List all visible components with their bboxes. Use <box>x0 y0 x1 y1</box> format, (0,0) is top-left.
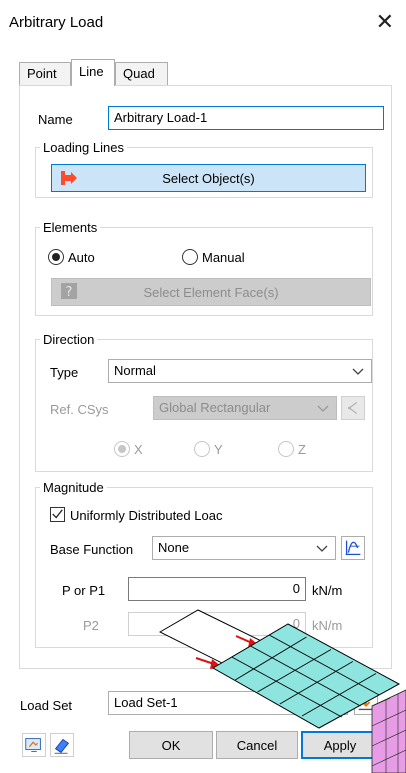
select-element-face-label: Select Element Face(s) <box>143 284 279 300</box>
p2-label: P2 <box>83 618 99 633</box>
name-label: Name <box>38 112 73 127</box>
tab-quad[interactable]: Quad <box>115 62 168 85</box>
name-input[interactable]: Arbitrary Load-1 <box>108 106 384 130</box>
p1-input[interactable]: 0 <box>128 577 306 601</box>
preview-button[interactable] <box>22 733 46 757</box>
axis-y-radio[interactable] <box>194 441 210 457</box>
select-objects-button[interactable]: Select Object(s) <box>51 164 366 192</box>
function-graph-icon <box>345 540 361 556</box>
chevron-down-icon <box>316 545 328 552</box>
auto-label: Auto <box>68 250 95 265</box>
load-set-icon <box>358 694 374 711</box>
refcsys-select[interactable]: Global Rectangular <box>153 396 337 420</box>
loading-lines-legend: Loading Lines <box>43 140 124 155</box>
select-objects-label: Select Object(s) <box>162 170 255 186</box>
type-label: Type <box>50 365 79 380</box>
select-element-face-button[interactable]: ? Select Element Face(s) <box>51 278 371 306</box>
base-function-select[interactable]: None <box>152 536 336 560</box>
function-graph-button[interactable] <box>341 536 365 560</box>
dialog-title: Arbitrary Load <box>9 14 104 31</box>
axis-pick-icon <box>347 402 358 414</box>
axis-x-label: X <box>134 442 143 457</box>
auto-radio[interactable] <box>48 249 64 265</box>
uniform-load-label: Uniformly Distributed Loac <box>70 508 223 523</box>
base-function-value: None <box>158 540 190 555</box>
p1-label: P or P1 <box>62 583 106 598</box>
p1-unit: kN/m <box>312 583 343 598</box>
title-bar: Arbitrary Load ✕ <box>0 0 406 46</box>
cancel-button[interactable]: Cancel <box>216 731 298 759</box>
ok-button[interactable]: OK <box>129 731 213 759</box>
chevron-down-icon <box>352 368 364 375</box>
close-icon[interactable]: ✕ <box>376 9 394 35</box>
manual-radio[interactable] <box>182 249 198 265</box>
type-select[interactable]: Normal <box>108 359 372 383</box>
axis-x-radio[interactable] <box>114 441 130 457</box>
csys-pick-button[interactable] <box>341 396 365 420</box>
checkmark-icon <box>52 509 63 519</box>
tab-point[interactable]: Point <box>19 62 71 85</box>
tab-panel-line: Name Arbitrary Load-1 Loading Lines Sele… <box>19 85 392 669</box>
refcsys-select-value: Global Rectangular <box>159 400 271 415</box>
type-select-value: Normal <box>114 363 156 378</box>
new-load-set-button[interactable] <box>354 691 378 715</box>
manual-label: Manual <box>202 250 245 265</box>
load-set-select[interactable]: Load Set-1 <box>108 691 348 715</box>
help-icon: ? <box>61 283 77 300</box>
p2-input[interactable]: 0 <box>128 612 306 636</box>
axis-z-label: Z <box>298 442 306 457</box>
monitor-icon <box>25 738 41 752</box>
svg-text:?: ? <box>66 285 73 300</box>
clear-button[interactable] <box>50 733 74 757</box>
select-arrow-icon <box>61 171 77 185</box>
chevron-down-icon <box>317 405 329 412</box>
magnitude-legend: Magnitude <box>43 480 104 495</box>
load-set-label: Load Set <box>20 698 73 713</box>
uniform-load-checkbox[interactable] <box>50 507 65 522</box>
eraser-icon <box>54 738 70 754</box>
tab-line[interactable]: Line <box>71 59 115 86</box>
p2-unit: kN/m <box>312 618 343 633</box>
axis-y-label: Y <box>214 442 223 457</box>
refcsys-label: Ref. CSys <box>50 402 109 417</box>
base-function-label: Base Function <box>50 542 134 557</box>
apply-button[interactable]: Apply <box>301 731 379 759</box>
elements-legend: Elements <box>43 220 98 235</box>
load-set-value: Load Set-1 <box>114 695 178 710</box>
axis-z-radio[interactable] <box>278 441 294 457</box>
direction-legend: Direction <box>43 332 95 347</box>
